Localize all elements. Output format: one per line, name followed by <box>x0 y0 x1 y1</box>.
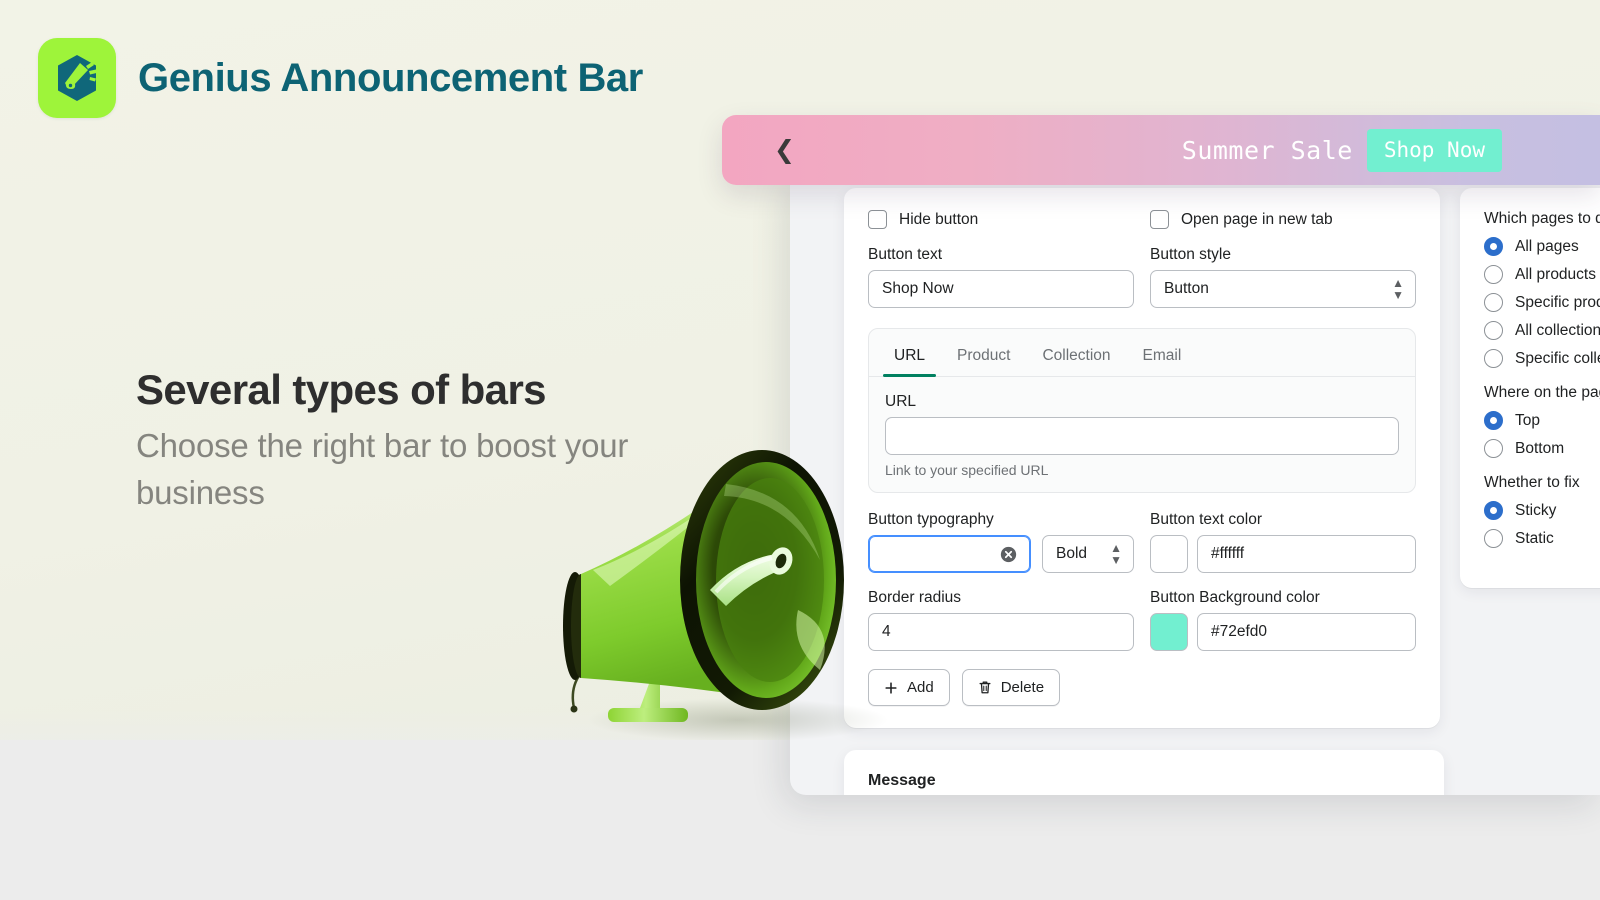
app-logo <box>38 38 116 118</box>
button-text-color-swatch[interactable] <box>1150 535 1188 573</box>
radio-all-products-label: All products <box>1515 266 1596 284</box>
radio-specific-collections-label: Specific collections <box>1515 350 1600 368</box>
add-button-label: Add <box>907 679 934 696</box>
radio-all-collections-control[interactable] <box>1484 321 1503 340</box>
radio-static-label: Static <box>1515 530 1554 548</box>
radio-position-top-control[interactable] <box>1484 411 1503 430</box>
whether-to-fix-label: Whether to fix <box>1484 474 1600 492</box>
megaphone-hand-icon <box>53 53 101 103</box>
radio-all-pages[interactable]: All pages <box>1484 237 1600 256</box>
button-text-label: Button text <box>868 246 1134 264</box>
tab-email[interactable]: Email <box>1132 341 1193 376</box>
border-radius-input[interactable]: 4 <box>868 613 1134 651</box>
chevron-updown-icon: ▲▼ <box>1392 277 1404 301</box>
radio-position-top-label: Top <box>1515 412 1540 430</box>
button-style-select[interactable]: Button ▲▼ <box>1150 270 1416 308</box>
marketing-copy: Several types of bars Choose the right b… <box>136 366 696 517</box>
page-title: Genius Announcement Bar <box>138 56 643 101</box>
button-text-color-label: Button text color <box>1150 511 1416 529</box>
hide-button-checkbox[interactable] <box>868 210 887 229</box>
trash-icon <box>978 680 992 695</box>
radio-all-collections[interactable]: All collections <box>1484 321 1600 340</box>
marketing-heading: Several types of bars <box>136 366 696 413</box>
plus-icon <box>884 681 898 695</box>
radio-all-collections-label: All collections <box>1515 322 1600 340</box>
display-settings-card: Which pages to display All pages All pro… <box>1460 188 1600 588</box>
button-text-input[interactable]: Shop Now <box>868 270 1134 308</box>
button-typography-input[interactable] <box>868 535 1031 573</box>
delete-button[interactable]: Delete <box>962 669 1060 706</box>
app-window-panel: Hide button Open page in new tab Button … <box>790 170 1600 795</box>
button-bg-color-label: Button Background color <box>1150 589 1416 607</box>
button-bg-color-swatch[interactable] <box>1150 613 1188 651</box>
radio-sticky-control[interactable] <box>1484 501 1503 520</box>
button-style-label: Button style <box>1150 246 1416 264</box>
where-on-page-label: Where on the page <box>1484 384 1600 402</box>
font-weight-value: Bold <box>1056 545 1087 563</box>
add-button[interactable]: Add <box>868 669 950 706</box>
radio-static[interactable]: Static <box>1484 529 1600 548</box>
radio-all-pages-control[interactable] <box>1484 237 1503 256</box>
button-typography-label: Button typography <box>868 511 1134 529</box>
announcement-cta-button[interactable]: Shop Now <box>1367 129 1502 172</box>
tab-product[interactable]: Product <box>946 341 1021 376</box>
chevron-updown-icon: ▲▼ <box>1110 542 1122 566</box>
hide-button-checkbox-row[interactable]: Hide button <box>868 210 1134 229</box>
button-style-value: Button <box>1164 280 1209 298</box>
link-target-tabs-card: URL Product Collection Email URL Link to… <box>868 328 1416 493</box>
url-label: URL <box>885 393 1399 411</box>
button-bg-color-input[interactable]: #72efd0 <box>1197 613 1416 651</box>
button-text-color-input[interactable]: #ffffff <box>1197 535 1416 573</box>
link-target-tablist: URL Product Collection Email <box>869 329 1415 377</box>
radio-position-bottom-control[interactable] <box>1484 439 1503 458</box>
radio-position-bottom-label: Bottom <box>1515 440 1564 458</box>
announcement-message: Summer Sale <box>1182 136 1353 165</box>
button-settings-card: Hide button Open page in new tab Button … <box>844 188 1440 728</box>
message-card-title: Message <box>868 772 1420 790</box>
open-new-tab-label: Open page in new tab <box>1181 211 1333 229</box>
radio-all-products-control[interactable] <box>1484 265 1503 284</box>
radio-specific-collections-control[interactable] <box>1484 349 1503 368</box>
radio-sticky-label: Sticky <box>1515 502 1556 520</box>
delete-button-label: Delete <box>1001 679 1044 696</box>
radio-sticky[interactable]: Sticky <box>1484 501 1600 520</box>
marketing-subheading: Choose the right bar to boost your busin… <box>136 423 696 517</box>
radio-static-control[interactable] <box>1484 529 1503 548</box>
radio-position-bottom[interactable]: Bottom <box>1484 439 1600 458</box>
font-weight-select[interactable]: Bold ▲▼ <box>1042 535 1134 573</box>
hide-button-label: Hide button <box>899 211 978 229</box>
open-new-tab-checkbox[interactable] <box>1150 210 1169 229</box>
message-card: Message <box>844 750 1444 795</box>
radio-specific-products[interactable]: Specific products <box>1484 293 1600 312</box>
radio-specific-products-control[interactable] <box>1484 293 1503 312</box>
border-radius-label: Border radius <box>868 589 1134 607</box>
radio-specific-collections[interactable]: Specific collections <box>1484 349 1600 368</box>
radio-position-top[interactable]: Top <box>1484 411 1600 430</box>
url-input[interactable] <box>885 417 1399 455</box>
which-pages-label: Which pages to display <box>1484 210 1600 228</box>
tab-collection[interactable]: Collection <box>1031 341 1121 376</box>
url-hint: Link to your specified URL <box>885 462 1399 478</box>
brand-header: Genius Announcement Bar <box>38 38 643 118</box>
chevron-left-icon[interactable]: ❮ <box>774 138 795 163</box>
tab-url[interactable]: URL <box>883 341 936 376</box>
radio-specific-products-label: Specific products <box>1515 294 1600 312</box>
radio-all-pages-label: All pages <box>1515 238 1579 256</box>
radio-all-products[interactable]: All products <box>1484 265 1600 284</box>
clear-circle-icon[interactable] <box>1000 546 1017 563</box>
open-new-tab-checkbox-row[interactable]: Open page in new tab <box>1150 210 1416 229</box>
announcement-bar-preview: ❮ Summer Sale Shop Now <box>722 115 1600 185</box>
